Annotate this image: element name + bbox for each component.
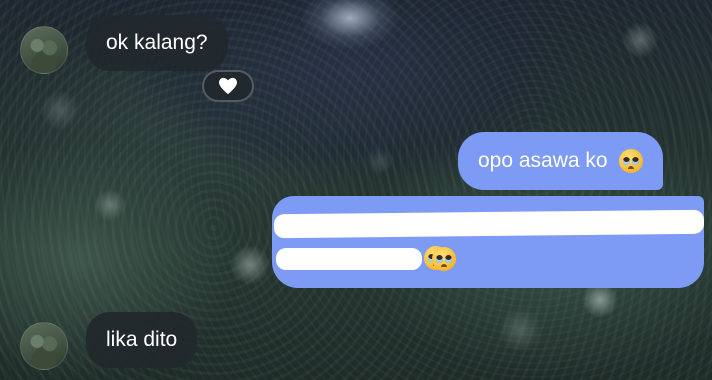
incoming-message-bubble[interactable]: lika dito (86, 312, 198, 368)
incoming-message-bubble[interactable]: ok kalang? (86, 15, 228, 71)
redaction-mark (276, 248, 422, 270)
outgoing-message-bubble[interactable]: opo asawa ko (458, 132, 664, 190)
outgoing-message-bubble-redacted[interactable] (272, 196, 705, 288)
pleading-face-emoji-icon (619, 149, 644, 174)
redaction-mark (273, 209, 705, 239)
contact-avatar[interactable] (20, 26, 68, 74)
message-text: opo asawa ko (478, 149, 608, 172)
heart-icon (219, 77, 237, 95)
reaction-badge[interactable] (202, 70, 254, 102)
message-text: lika dito (106, 328, 178, 351)
contact-avatar[interactable] (20, 322, 68, 370)
message-text: ok kalang? (106, 31, 208, 54)
pleading-face-emoji-icon (432, 247, 456, 271)
